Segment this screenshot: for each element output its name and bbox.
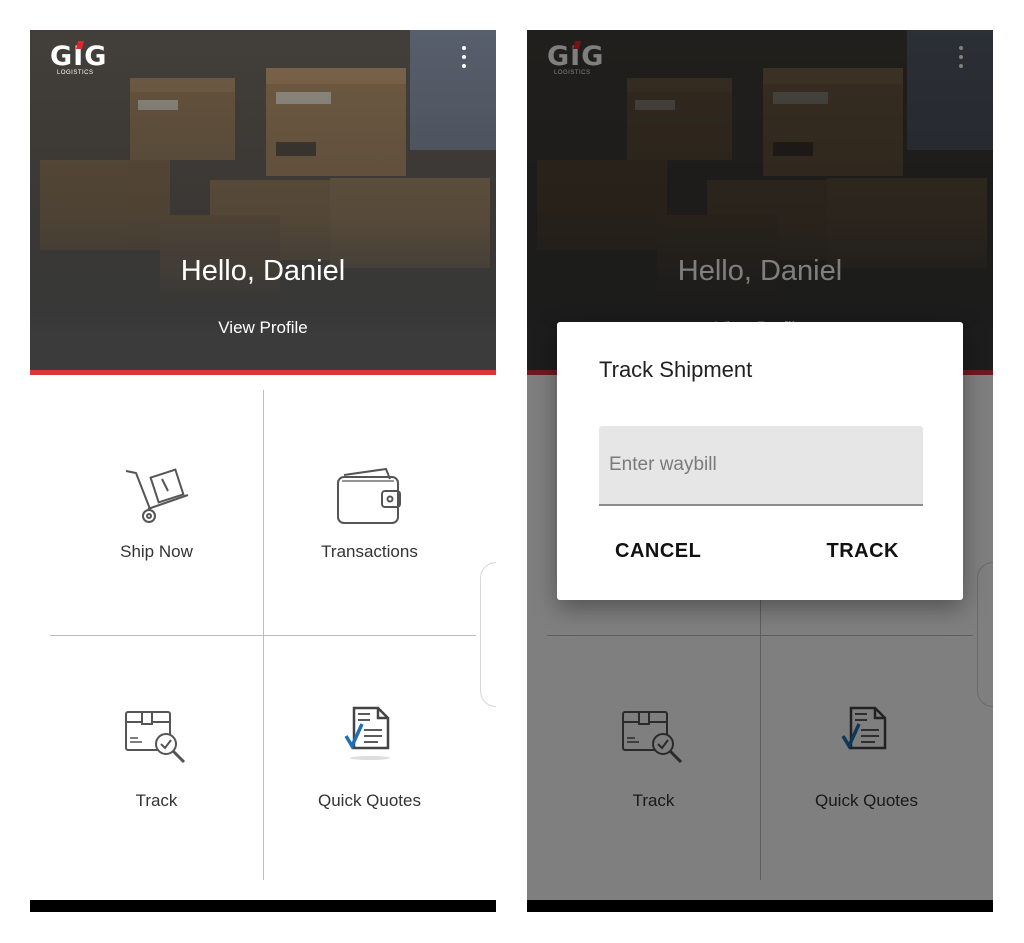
wallet-icon bbox=[336, 467, 401, 524]
track-label: Track bbox=[135, 791, 178, 810]
quick-quotes-tile[interactable]: Quick Quotes bbox=[263, 636, 476, 881]
view-profile-link[interactable]: View Profile bbox=[30, 318, 496, 338]
home-screen: GIG LOGISTICS Hello, Daniel View Profile bbox=[30, 30, 496, 912]
cancel-button[interactable]: CANCEL bbox=[615, 540, 701, 563]
hand-truck-icon bbox=[125, 468, 188, 523]
transactions-label: Transactions bbox=[321, 542, 418, 561]
overflow-menu-icon[interactable] bbox=[460, 46, 468, 68]
track-shipment-dialog: Track Shipment CANCEL TRACK bbox=[557, 322, 963, 600]
greeting-text: Hello, Daniel bbox=[180, 255, 346, 287]
ship-now-tile[interactable]: Ship Now bbox=[50, 390, 263, 635]
system-nav-bar bbox=[30, 900, 496, 912]
gig-logo: GIG LOGISTICS bbox=[50, 41, 107, 76]
track-tile[interactable]: Track bbox=[50, 636, 263, 881]
accent-divider bbox=[30, 370, 496, 375]
side-edge-handle[interactable] bbox=[480, 562, 496, 707]
track-button[interactable]: TRACK bbox=[827, 540, 900, 563]
dialog-title: Track Shipment bbox=[599, 357, 753, 382]
package-search-icon bbox=[124, 711, 185, 764]
quote-document-icon bbox=[343, 706, 390, 760]
ship-now-label: Ship Now bbox=[120, 542, 193, 561]
action-grid: Ship Now Transactions bbox=[50, 390, 476, 880]
waybill-input[interactable] bbox=[599, 426, 923, 506]
quick-quotes-label: Quick Quotes bbox=[318, 791, 421, 810]
transactions-tile[interactable]: Transactions bbox=[263, 390, 476, 635]
hero-banner: GIG LOGISTICS Hello, Daniel View Profile bbox=[30, 30, 496, 370]
home-screen-with-dialog: GIG LOGISTICS Hello, Daniel View Profile… bbox=[527, 30, 993, 912]
